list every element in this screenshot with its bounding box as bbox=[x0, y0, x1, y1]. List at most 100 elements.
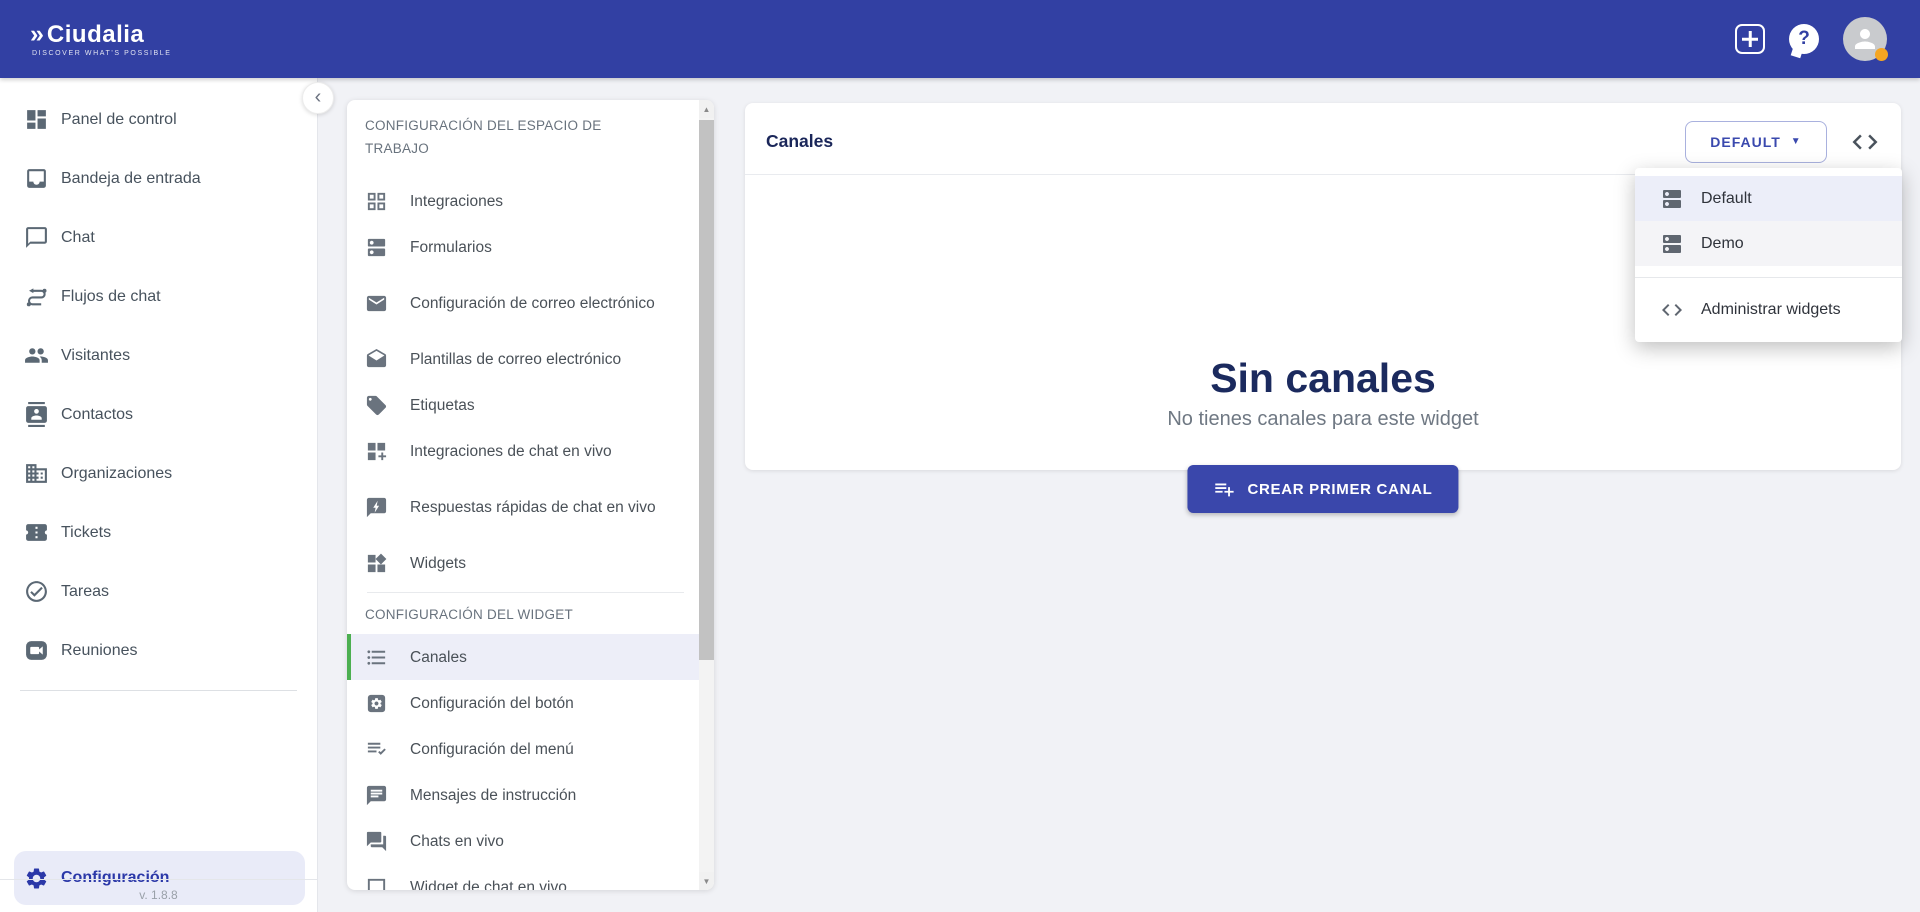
widget-selector-button[interactable]: DEFAULT ▼ bbox=[1685, 121, 1827, 163]
scrollbar-thumb[interactable] bbox=[699, 120, 714, 660]
cfg-item-widgets[interactable]: Widgets bbox=[365, 540, 698, 586]
topbar-actions: ? bbox=[1735, 17, 1887, 61]
video-meeting-icon bbox=[24, 638, 49, 663]
cfg-item-etiquetas[interactable]: Etiquetas bbox=[365, 382, 698, 428]
tag-icon bbox=[365, 394, 388, 417]
widget-frame-icon bbox=[365, 876, 388, 891]
cfg-item-canales[interactable]: Canales bbox=[347, 634, 714, 680]
contacts-icon bbox=[24, 402, 49, 427]
help-glyph: ? bbox=[1798, 28, 1810, 50]
brand-mark-icon: » bbox=[30, 22, 44, 47]
sidebar-item-bandeja-de-entrada[interactable]: Bandeja de entrada bbox=[0, 149, 317, 208]
menu-item-label: Administrar widgets bbox=[1701, 301, 1841, 319]
menu-item-administrar-widgets[interactable]: Administrar widgets bbox=[1635, 290, 1902, 330]
settings-nav-panel: CONFIGURACIÓN DEL ESPACIO DE TRABAJO Int… bbox=[347, 100, 714, 890]
online-status-dot bbox=[1875, 48, 1888, 61]
grid-plus-icon bbox=[365, 440, 388, 463]
cfg-item-integraciones-chat-vivo[interactable]: Integraciones de chat en vivo bbox=[365, 428, 698, 474]
panel-scrollbar[interactable]: ▲ ▼ bbox=[699, 100, 714, 890]
button-settings-icon bbox=[365, 692, 388, 715]
cfg-item-label: Chats en vivo bbox=[410, 829, 504, 854]
task-check-icon bbox=[24, 579, 49, 604]
menu-item-label: Default bbox=[1701, 190, 1752, 208]
empty-state-subtitle: No tienes canales para este widget bbox=[745, 406, 1901, 432]
menu-item-default[interactable]: Default bbox=[1635, 176, 1902, 221]
widget-settings-header: CONFIGURACIÓN DEL WIDGET bbox=[365, 603, 698, 626]
sidebar-item-panel-de-control[interactable]: Panel de control bbox=[0, 90, 317, 149]
cfg-item-label: Mensajes de instrucción bbox=[410, 783, 576, 808]
cfg-item-configuracion-correo[interactable]: Configuración de correo electrónico bbox=[365, 270, 698, 336]
cfg-item-label: Etiquetas bbox=[410, 393, 475, 418]
sidebar-item-label: Panel de control bbox=[61, 111, 177, 129]
add-widget-icon[interactable] bbox=[1735, 24, 1765, 54]
cfg-item-configuracion-menu[interactable]: Configuración del menú bbox=[365, 726, 698, 772]
sidebar-item-reuniones[interactable]: Reuniones bbox=[0, 621, 317, 680]
sidebar-item-label: Bandeja de entrada bbox=[61, 170, 201, 188]
widget-dropdown-menu: Default Demo Administrar widgets bbox=[1635, 168, 1902, 342]
chat-flow-icon bbox=[24, 284, 49, 309]
sidebar-item-label: Flujos de chat bbox=[61, 288, 161, 306]
help-bubble-tail bbox=[1791, 46, 1804, 59]
brand-name: Ciudalia bbox=[47, 23, 144, 47]
channels-card-header: Canales DEFAULT ▼ bbox=[745, 103, 1901, 175]
cfg-item-integraciones[interactable]: Integraciones bbox=[365, 178, 698, 224]
cta-label: CREAR PRIMER CANAL bbox=[1247, 481, 1432, 498]
brand-logo: » Ciudalia DISCOVER WHAT'S POSSIBLE bbox=[30, 22, 172, 57]
code-icon[interactable] bbox=[1850, 127, 1880, 157]
dashboard-icon bbox=[24, 107, 49, 132]
sidebar-item-label: Reuniones bbox=[61, 642, 138, 660]
topbar: » Ciudalia DISCOVER WHAT'S POSSIBLE ? bbox=[0, 0, 1920, 78]
sidebar-item-label: Contactos bbox=[61, 406, 133, 424]
sidebar-divider bbox=[20, 690, 297, 691]
app-version: v. 1.8.8 bbox=[0, 879, 317, 912]
cfg-item-chats-en-vivo[interactable]: Chats en vivo bbox=[365, 818, 698, 864]
live-chats-icon bbox=[365, 830, 388, 853]
sidebar-item-visitantes[interactable]: Visitantes bbox=[0, 326, 317, 385]
people-icon bbox=[24, 343, 49, 368]
sidebar-item-contactos[interactable]: Contactos bbox=[0, 385, 317, 444]
workspace-settings-header: CONFIGURACIÓN DEL ESPACIO DE TRABAJO bbox=[365, 114, 615, 160]
inbox-icon bbox=[24, 166, 49, 191]
main-sidebar: Panel de control Bandeja de entrada Chat… bbox=[0, 78, 318, 912]
create-first-channel-button[interactable]: CREAR PRIMER CANAL bbox=[1187, 465, 1458, 513]
sidebar-item-tareas[interactable]: Tareas bbox=[0, 562, 317, 621]
ticket-icon bbox=[24, 520, 49, 545]
user-avatar[interactable] bbox=[1843, 17, 1887, 61]
sidebar-item-tickets[interactable]: Tickets bbox=[0, 503, 317, 562]
sidebar-item-label: Chat bbox=[61, 229, 95, 247]
cfg-item-plantillas-correo[interactable]: Plantillas de correo electrónico bbox=[365, 336, 698, 382]
cfg-item-label: Integraciones de chat en vivo bbox=[410, 439, 612, 464]
brand-tagline: DISCOVER WHAT'S POSSIBLE bbox=[32, 50, 172, 57]
sidebar-item-flujos-de-chat[interactable]: Flujos de chat bbox=[0, 267, 317, 326]
menu-item-demo[interactable]: Demo bbox=[1635, 221, 1902, 266]
cfg-item-mensajes-instruccion[interactable]: Mensajes de instrucción bbox=[365, 772, 698, 818]
sidebar-item-label: Tareas bbox=[61, 583, 109, 601]
sidebar-item-label: Tickets bbox=[61, 524, 111, 542]
sidebar-item-chat[interactable]: Chat bbox=[0, 208, 317, 267]
cfg-item-formularios[interactable]: Formularios bbox=[365, 224, 698, 270]
scroll-down-icon[interactable]: ▼ bbox=[699, 872, 714, 890]
menu-divider bbox=[1635, 277, 1902, 278]
playlist-add-icon bbox=[1213, 478, 1235, 500]
cfg-item-label: Widget de chat en vivo bbox=[410, 875, 567, 891]
sidebar-collapse-button[interactable]: ‹ bbox=[302, 82, 334, 114]
widget-selector-label: DEFAULT bbox=[1710, 134, 1781, 150]
cfg-item-configuracion-boton[interactable]: Configuración del botón bbox=[365, 680, 698, 726]
mail-open-icon bbox=[365, 348, 388, 371]
server-icon bbox=[1660, 187, 1684, 211]
cfg-item-respuestas-rapidas[interactable]: Respuestas rápidas de chat en vivo bbox=[365, 474, 698, 540]
sidebar-item-label: Organizaciones bbox=[61, 465, 172, 483]
chevron-down-icon: ▼ bbox=[1791, 136, 1802, 147]
chat-bubble-icon bbox=[24, 225, 49, 250]
channels-list-icon bbox=[365, 646, 388, 669]
mail-icon bbox=[365, 292, 388, 315]
help-icon[interactable]: ? bbox=[1789, 24, 1819, 54]
code-icon bbox=[1660, 298, 1684, 322]
empty-state-title: Sin canales bbox=[745, 354, 1901, 402]
scroll-up-icon[interactable]: ▲ bbox=[699, 100, 714, 118]
cfg-item-widget-chat-vivo[interactable]: Widget de chat en vivo bbox=[365, 864, 698, 890]
sidebar-item-organizaciones[interactable]: Organizaciones bbox=[0, 444, 317, 503]
cfg-item-label: Formularios bbox=[410, 235, 492, 260]
page-title: Canales bbox=[766, 131, 833, 152]
cfg-item-label: Respuestas rápidas de chat en vivo bbox=[410, 495, 656, 520]
